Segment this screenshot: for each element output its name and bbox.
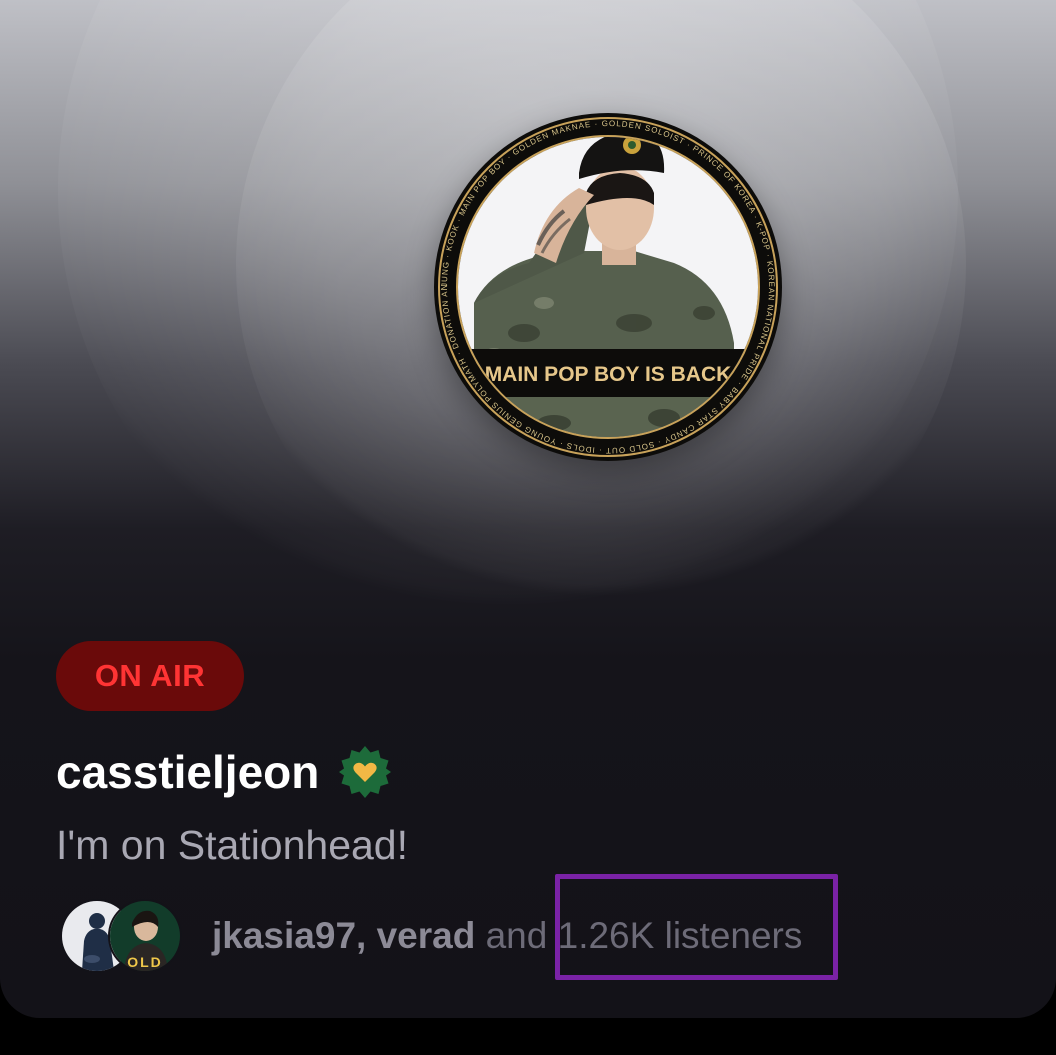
avatar-banner-text: MAIN POP BOY IS BACK — [485, 363, 732, 386]
host-username[interactable]: casstieljeon — [56, 745, 319, 799]
station-avatar[interactable]: JUNG · KOOK · MAIN POP BOY · GOLDEN MAKN… — [434, 113, 782, 461]
listener-avatar-2: OLD — [108, 899, 182, 973]
host-name-row: casstieljeon — [56, 740, 393, 804]
station-subtitle: I'm on Stationhead! — [56, 822, 409, 868]
listener-avatar-2-text: OLD — [127, 954, 163, 970]
avatar-artwork: JUNG · KOOK · MAIN POP BOY · GOLDEN MAKN… — [434, 113, 780, 459]
on-air-badge: ON AIR — [56, 641, 244, 711]
station-card: JUNG · KOOK · MAIN POP BOY · GOLDEN MAKN… — [0, 0, 1056, 1018]
listeners-connector: and — [485, 915, 548, 956]
listener-names[interactable]: jkasia97, verad — [212, 915, 475, 956]
verified-heart-badge-icon — [339, 746, 392, 798]
listener-count-highlight-box — [555, 874, 838, 980]
